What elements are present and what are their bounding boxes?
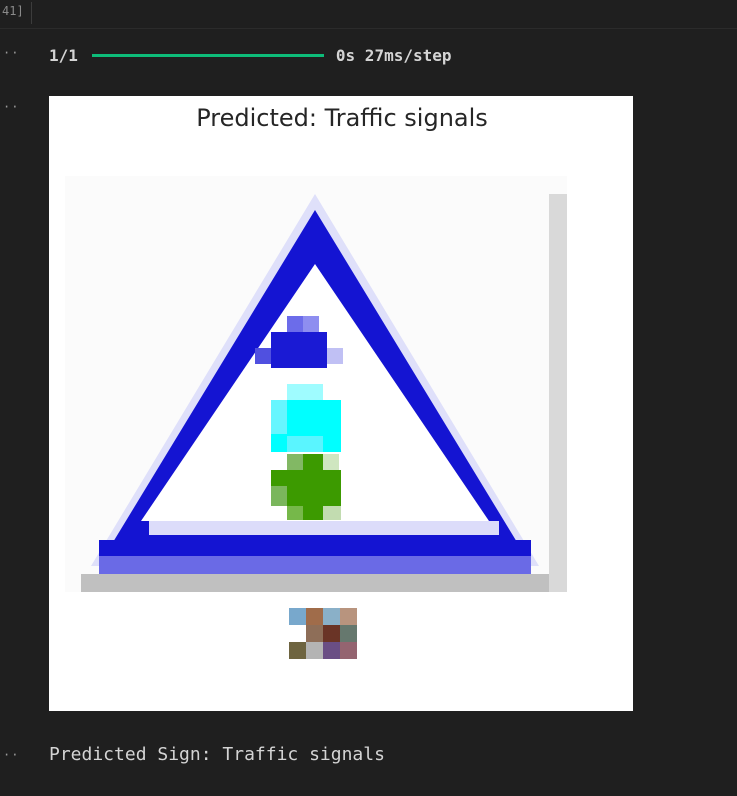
signal-top-pixel bbox=[327, 348, 343, 364]
code-cell[interactable]: 41] bbox=[0, 0, 737, 29]
progress-step: 1/1 bbox=[49, 45, 78, 65]
signal-middle-pixel bbox=[287, 384, 323, 402]
signal-bottom-pixel bbox=[287, 506, 303, 520]
thumbnail-pixels bbox=[289, 608, 357, 659]
signal-bottom-pixel bbox=[323, 506, 341, 520]
progress-bar bbox=[91, 53, 324, 57]
signal-top-light bbox=[271, 332, 327, 368]
prediction-output: Predicted Sign: Traffic signals bbox=[49, 744, 385, 765]
output-menu-icon[interactable]: ·· bbox=[3, 100, 19, 114]
output-menu-icon[interactable]: ·· bbox=[3, 748, 19, 762]
notebook-output: 41] ·· 1/1 0s 27ms/step ·· Predicted: Tr… bbox=[0, 0, 737, 796]
output-menu-icon[interactable]: ·· bbox=[3, 46, 19, 60]
signal-bottom-pixel bbox=[303, 454, 323, 470]
signal-bottom-pixel bbox=[271, 486, 287, 506]
signal-middle-pixel bbox=[271, 400, 287, 434]
plot-figure: Predicted: Traffic signals bbox=[49, 96, 633, 711]
signal-middle-pixel bbox=[287, 436, 323, 452]
image-right-edge bbox=[549, 194, 567, 592]
execution-count: 41] bbox=[0, 2, 32, 24]
image-bottom-edge bbox=[81, 574, 549, 592]
triangle-base bbox=[99, 540, 531, 556]
signal-top-pixel bbox=[287, 316, 303, 332]
triangle-base-shadow bbox=[99, 556, 531, 574]
triangle-base-tint bbox=[149, 521, 499, 535]
signal-bottom-pixel bbox=[303, 506, 323, 520]
signal-top-pixel bbox=[303, 316, 319, 332]
signal-bottom-pixel bbox=[323, 454, 339, 470]
signal-top-pixel bbox=[255, 348, 271, 364]
progress-time: 0s 27ms/step bbox=[335, 45, 452, 65]
signal-bottom-pixel bbox=[287, 454, 303, 470]
traffic-sign-image bbox=[65, 176, 567, 659]
progress-output: 1/1 0s 27ms/step bbox=[49, 44, 452, 66]
